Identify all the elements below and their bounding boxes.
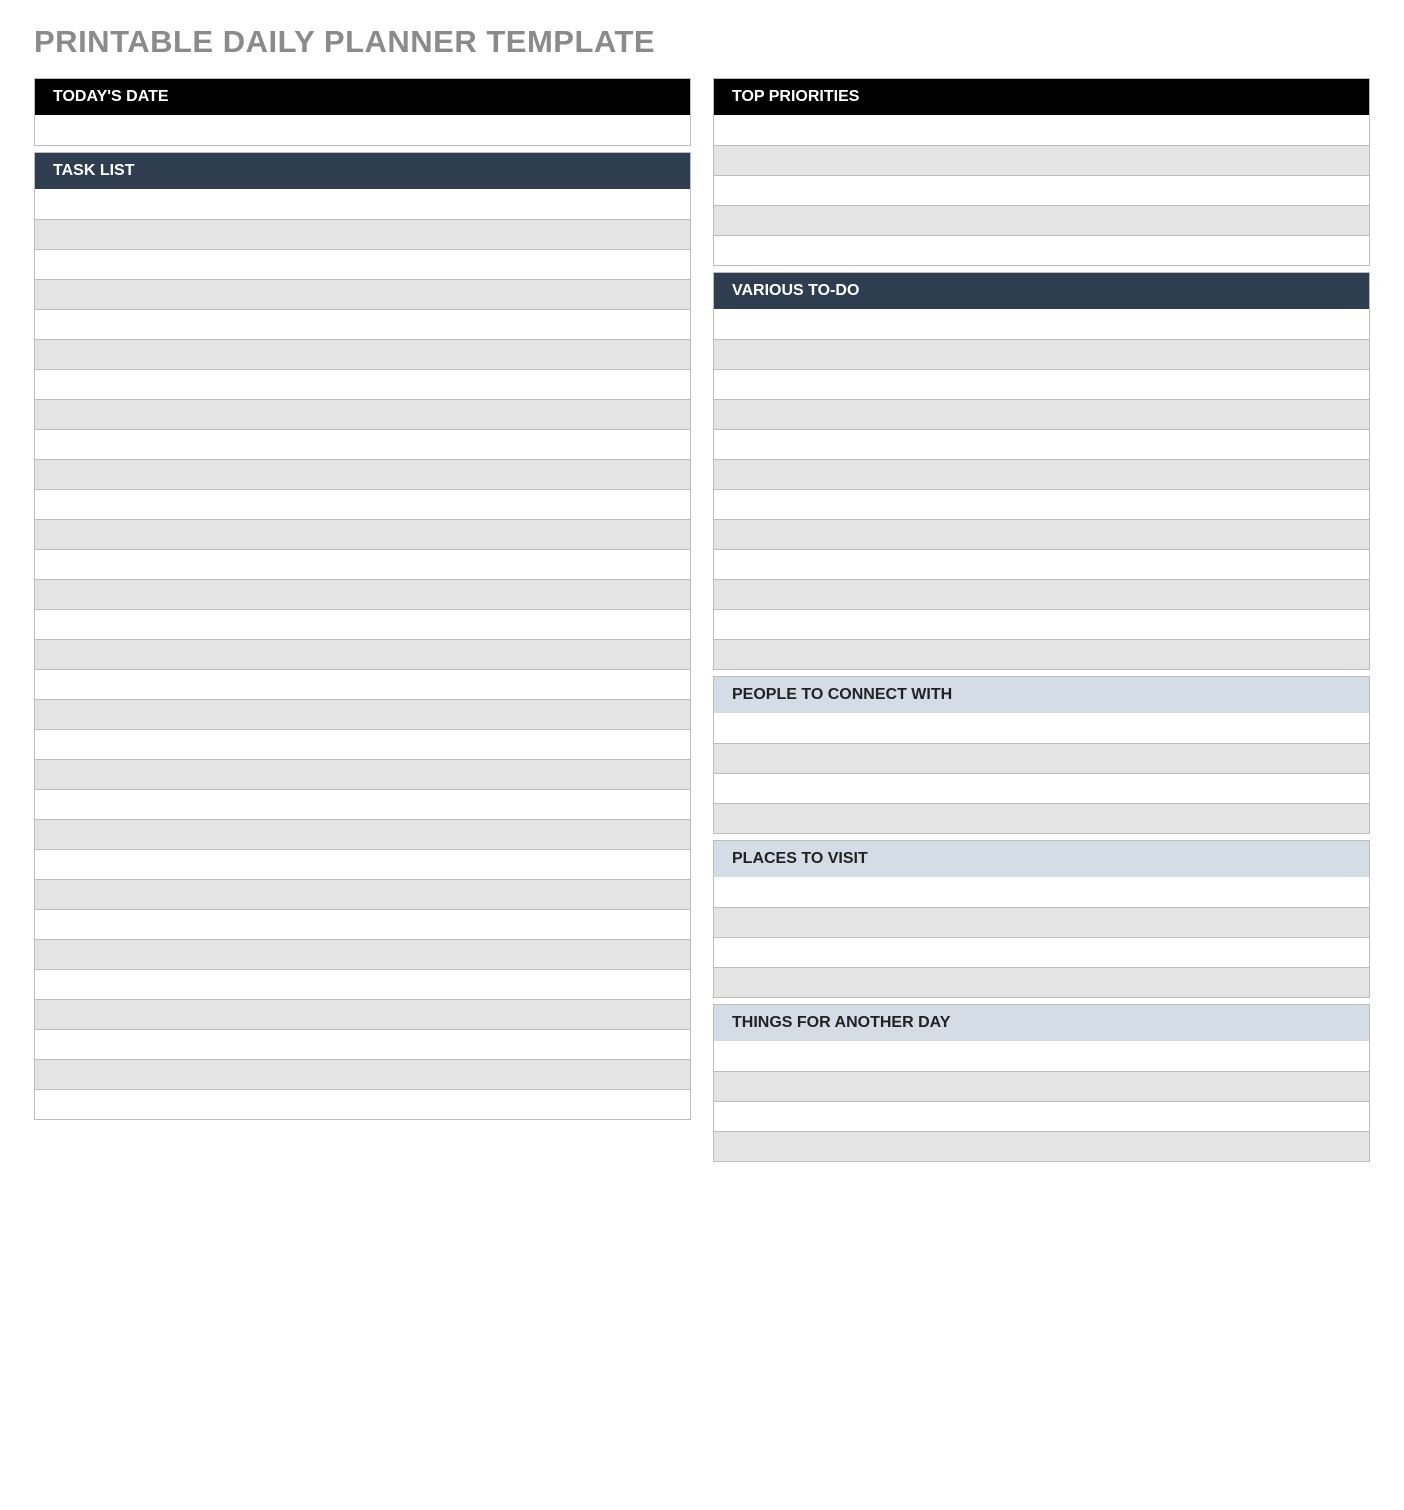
planner-columns: TODAY'S DATE TASK LIST TOP PRIORITIES VA… [34,78,1370,1162]
things-later-section: THINGS FOR ANOTHER DAY [713,1004,1370,1162]
list-row[interactable] [35,1089,690,1119]
list-row[interactable] [714,803,1369,833]
various-todo-header: VARIOUS TO-DO [714,273,1369,309]
task-list-header: TASK LIST [35,153,690,189]
list-row[interactable] [35,399,690,429]
list-row[interactable] [714,369,1369,399]
list-row[interactable] [35,909,690,939]
list-row[interactable] [35,609,690,639]
list-row[interactable] [714,339,1369,369]
list-row[interactable] [714,489,1369,519]
task-list-section: TASK LIST [34,152,691,1120]
list-row[interactable] [35,429,690,459]
top-priorities-section: TOP PRIORITIES [713,78,1370,266]
various-todo-section: VARIOUS TO-DO [713,272,1370,670]
list-row[interactable] [714,1071,1369,1101]
list-row[interactable] [714,937,1369,967]
list-row[interactable] [35,1059,690,1089]
list-row[interactable] [35,699,690,729]
right-column: TOP PRIORITIES VARIOUS TO-DO PEOPLE TO C… [713,78,1370,1162]
list-row[interactable] [714,877,1369,907]
list-row[interactable] [714,579,1369,609]
people-connect-header: PEOPLE TO CONNECT WITH [714,677,1369,713]
list-row[interactable] [35,339,690,369]
list-row[interactable] [35,669,690,699]
list-row[interactable] [35,819,690,849]
list-row[interactable] [35,189,690,219]
list-row[interactable] [714,145,1369,175]
list-row[interactable] [35,729,690,759]
people-connect-section: PEOPLE TO CONNECT WITH [713,676,1370,834]
list-row[interactable] [714,429,1369,459]
list-row[interactable] [714,1101,1369,1131]
list-row[interactable] [35,369,690,399]
task-list-rows[interactable] [35,189,690,1119]
list-row[interactable] [35,309,690,339]
todays-date-header: TODAY'S DATE [35,79,690,115]
list-row[interactable] [714,967,1369,997]
list-row[interactable] [35,115,690,145]
list-row[interactable] [714,205,1369,235]
todays-date-rows[interactable] [35,115,690,145]
list-row[interactable] [714,549,1369,579]
list-row[interactable] [714,399,1369,429]
list-row[interactable] [714,519,1369,549]
list-row[interactable] [35,279,690,309]
list-row[interactable] [714,713,1369,743]
people-connect-rows[interactable] [714,713,1369,833]
list-row[interactable] [714,743,1369,773]
list-row[interactable] [714,1131,1369,1161]
places-visit-header: PLACES TO VISIT [714,841,1369,877]
list-row[interactable] [714,773,1369,803]
list-row[interactable] [35,489,690,519]
things-later-header: THINGS FOR ANOTHER DAY [714,1005,1369,1041]
todays-date-section: TODAY'S DATE [34,78,691,146]
list-row[interactable] [35,579,690,609]
top-priorities-rows[interactable] [714,115,1369,265]
top-priorities-header: TOP PRIORITIES [714,79,1369,115]
list-row[interactable] [35,459,690,489]
list-row[interactable] [714,459,1369,489]
list-row[interactable] [35,549,690,579]
list-row[interactable] [714,235,1369,265]
list-row[interactable] [35,939,690,969]
places-visit-rows[interactable] [714,877,1369,997]
list-row[interactable] [714,115,1369,145]
list-row[interactable] [35,789,690,819]
list-row[interactable] [35,969,690,999]
list-row[interactable] [714,639,1369,669]
places-visit-section: PLACES TO VISIT [713,840,1370,998]
left-column: TODAY'S DATE TASK LIST [34,78,691,1120]
list-row[interactable] [714,907,1369,937]
page-title: PRINTABLE DAILY PLANNER TEMPLATE [34,24,1370,60]
list-row[interactable] [35,249,690,279]
list-row[interactable] [35,999,690,1029]
list-row[interactable] [35,759,690,789]
list-row[interactable] [35,639,690,669]
list-row[interactable] [35,519,690,549]
list-row[interactable] [35,219,690,249]
list-row[interactable] [35,849,690,879]
things-later-rows[interactable] [714,1041,1369,1161]
list-row[interactable] [714,175,1369,205]
list-row[interactable] [714,1041,1369,1071]
various-todo-rows[interactable] [714,309,1369,669]
list-row[interactable] [714,609,1369,639]
list-row[interactable] [714,309,1369,339]
list-row[interactable] [35,1029,690,1059]
list-row[interactable] [35,879,690,909]
